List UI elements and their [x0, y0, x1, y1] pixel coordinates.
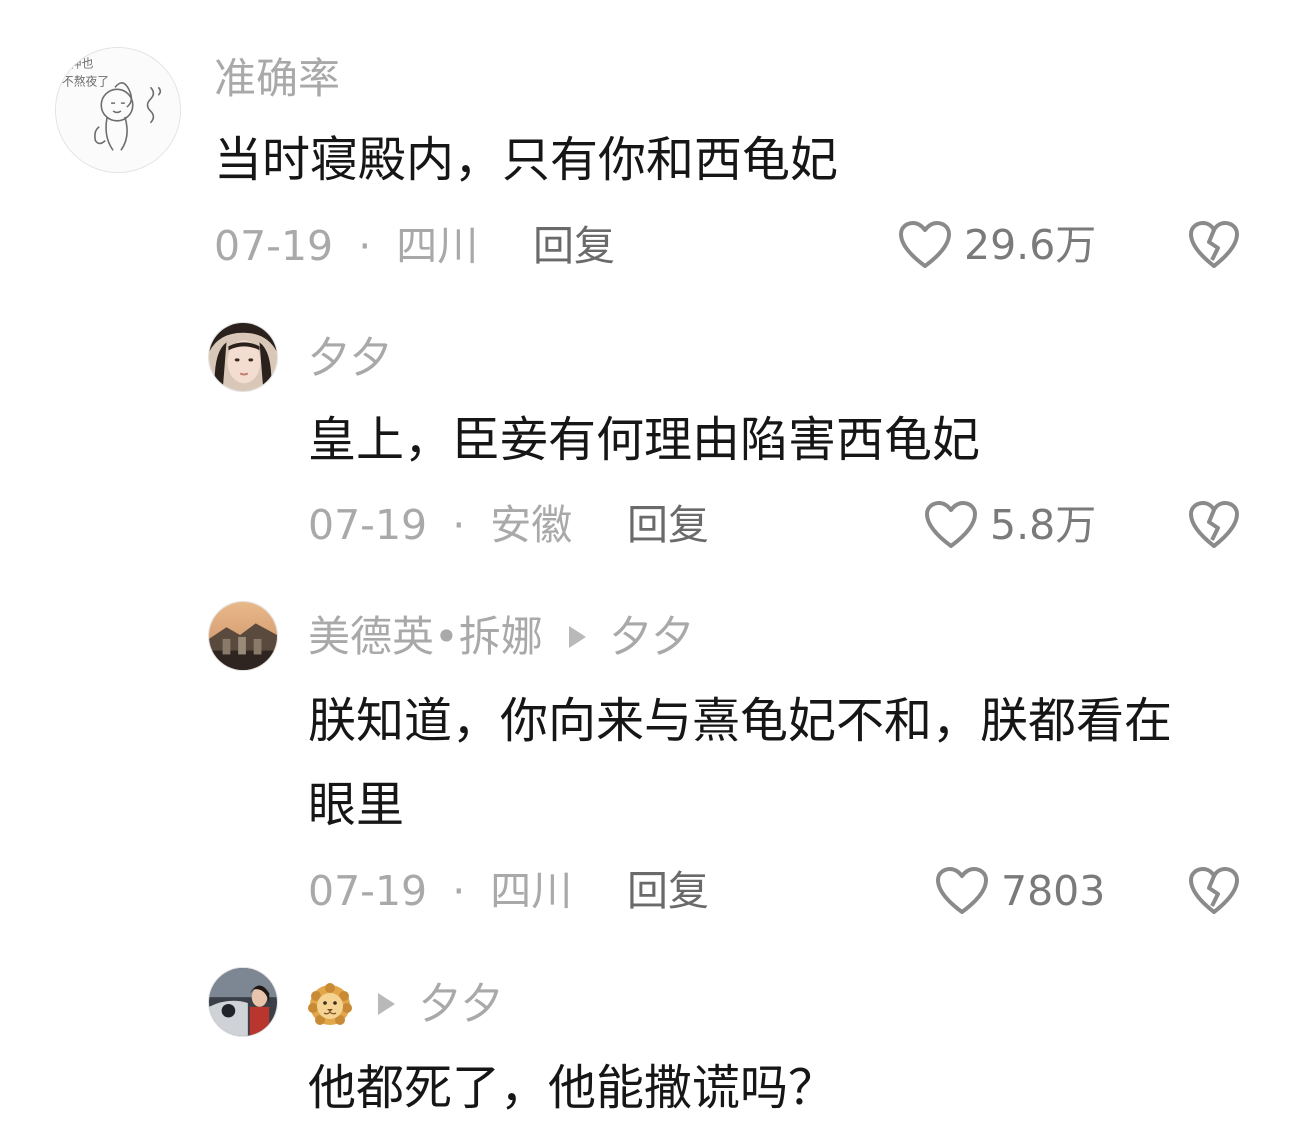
heart-icon	[936, 867, 988, 914]
lion-emoji-icon	[308, 983, 352, 1025]
reply-button[interactable]: 回复	[627, 871, 709, 912]
doodle-avatar-image: 神也 不熬夜了	[56, 48, 180, 172]
comment-text: 皇上，臣妾有何理由陷害西龟妃	[308, 412, 981, 468]
svg-text:神也: 神也	[70, 57, 94, 71]
reply-to-name[interactable]: 夕夕	[419, 983, 503, 1025]
comment-location: 四川	[490, 867, 573, 915]
comment-date: 07-19	[308, 867, 428, 915]
avatar[interactable]: 神也 不熬夜了	[55, 47, 181, 173]
portrait-avatar-image	[209, 323, 277, 391]
avatar[interactable]	[208, 322, 278, 392]
username[interactable]: 夕夕	[308, 337, 392, 379]
comment-location: 安徽	[490, 501, 573, 549]
comment-text: 当时寝殿内，只有你和西龟妃	[214, 132, 839, 188]
like-button[interactable]: 5.8万	[924, 500, 1096, 550]
heart-icon	[899, 221, 951, 268]
comment-meta: 07-19 · 四川	[308, 871, 572, 912]
comment-location: 四川	[396, 222, 479, 270]
comment-text: 他都死了，他能撒谎吗？	[308, 1060, 837, 1116]
like-count: 7803	[1001, 866, 1106, 915]
comment-text: 朕知道，你向来与熹龟妃不和，朕都看在 眼里	[308, 679, 1172, 847]
broken-heart-icon[interactable]	[1188, 220, 1240, 270]
landscape-avatar-image	[209, 602, 277, 670]
author-name[interactable]: 美德英•拆娜	[308, 616, 543, 658]
reply-arrow-icon	[378, 993, 395, 1015]
reply-button[interactable]: 回复	[533, 226, 615, 267]
like-button[interactable]: 7803	[935, 866, 1105, 916]
reply-to-name[interactable]: 夕夕	[610, 616, 694, 658]
avatar[interactable]	[208, 601, 278, 671]
like-count: 29.6万	[964, 220, 1097, 269]
meta-separator: ·	[358, 222, 372, 270]
car-photo-avatar-image	[209, 968, 277, 1036]
username[interactable]: 美德英•拆娜 夕夕	[308, 616, 694, 658]
like-button[interactable]: 29.6万	[898, 220, 1096, 270]
comment-text-line: 眼里	[308, 777, 405, 833]
meta-separator: ·	[452, 501, 466, 549]
svg-text:不熬夜了: 不熬夜了	[62, 74, 109, 88]
heart-icon	[925, 501, 977, 548]
meta-separator: ·	[452, 867, 466, 915]
username[interactable]: 准确率	[214, 58, 340, 100]
username[interactable]: 夕夕	[308, 982, 503, 1026]
reply-button[interactable]: 回复	[627, 505, 709, 546]
broken-heart-icon[interactable]	[1188, 500, 1240, 550]
reply-arrow-icon	[568, 626, 586, 648]
comment-text-line: 朕知道，你向来与熹龟妃不和，朕都看在	[308, 693, 1173, 749]
comment-meta: 07-19 · 安徽	[308, 505, 572, 546]
comment-meta: 07-19 · 四川	[214, 226, 478, 267]
comment-date: 07-19	[214, 222, 334, 270]
broken-heart-icon[interactable]	[1188, 866, 1240, 916]
comment-date: 07-19	[308, 501, 428, 549]
like-count: 5.8万	[990, 500, 1097, 549]
avatar[interactable]	[208, 967, 278, 1037]
